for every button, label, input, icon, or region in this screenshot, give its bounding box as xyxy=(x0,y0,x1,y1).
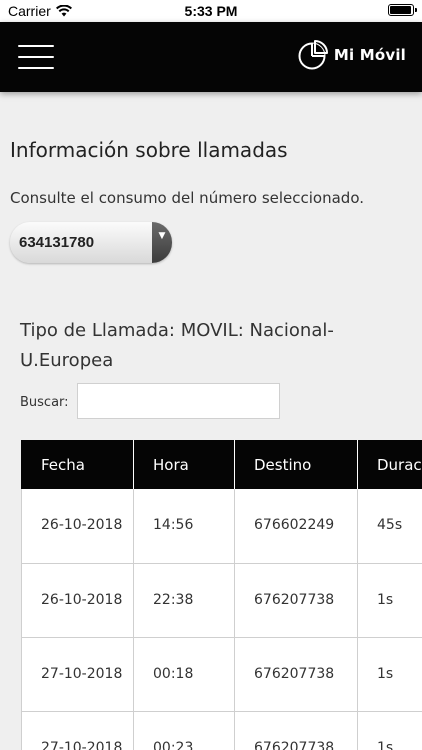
brand[interactable]: Mi Móvil xyxy=(298,39,406,71)
calls-table-container[interactable]: Fecha Hora Destino Duración 26-10-2018 1… xyxy=(21,440,422,750)
column-header-duracion[interactable]: Duración xyxy=(357,440,422,489)
column-header-destino[interactable]: Destino xyxy=(234,440,358,489)
dropdown-arrow-icon: ▼ xyxy=(152,222,172,263)
call-type-heading: Tipo de Llamada: MOVIL: Nacional-U.Europ… xyxy=(20,320,334,371)
table-header-row: Fecha Hora Destino Duración xyxy=(21,440,422,489)
cell-destino: 676602249 xyxy=(234,489,358,564)
cell-destino: 676207738 xyxy=(234,563,358,638)
app-header: Mi Móvil xyxy=(0,22,422,92)
page-title: Información sobre llamadas xyxy=(10,138,288,162)
battery-level xyxy=(390,6,411,14)
brand-name: Mi Móvil xyxy=(333,46,406,64)
column-header-fecha[interactable]: Fecha xyxy=(21,440,134,489)
battery-icon xyxy=(388,4,417,16)
selected-number: 634131780 xyxy=(10,222,152,263)
hamburger-menu-icon[interactable] xyxy=(18,45,54,69)
cell-fecha: 27-10-2018 xyxy=(21,637,134,712)
search-input[interactable] xyxy=(77,383,280,419)
cell-fecha: 26-10-2018 xyxy=(21,489,134,564)
calls-table: Fecha Hora Destino Duración 26-10-2018 1… xyxy=(21,440,422,750)
pie-chart-icon xyxy=(298,40,328,70)
cell-fecha: 27-10-2018 xyxy=(21,711,134,750)
status-time: 5:33 PM xyxy=(184,3,238,19)
phone-number-select[interactable]: 634131780 ▼ xyxy=(10,222,172,263)
table-row: 26-10-2018 22:38 676207738 1s xyxy=(21,563,422,638)
cell-hora: 22:38 xyxy=(133,563,235,638)
column-header-hora[interactable]: Hora xyxy=(133,440,235,489)
cell-duracion: 1s xyxy=(357,711,422,750)
table-row: 26-10-2018 14:56 676602249 45s xyxy=(21,489,422,564)
cell-destino: 676207738 xyxy=(234,637,358,712)
cell-fecha: 26-10-2018 xyxy=(21,563,134,638)
cell-hora: 14:56 xyxy=(133,489,235,564)
cell-destino: 676207738 xyxy=(234,711,358,750)
cell-duracion: 45s xyxy=(357,489,422,564)
cell-hora: 00:18 xyxy=(133,637,235,712)
table-row: 27-10-2018 00:23 676207738 1s xyxy=(21,711,422,750)
cell-duracion: 1s xyxy=(357,563,422,638)
table-row: 27-10-2018 00:18 676207738 1s xyxy=(21,637,422,712)
cell-hora: 00:23 xyxy=(133,711,235,750)
search-label: Buscar: xyxy=(20,395,69,410)
cell-duracion: 1s xyxy=(357,637,422,712)
status-bar: Carrier 5:33 PM xyxy=(0,0,422,22)
page-subtitle: Consulte el consumo del número seleccion… xyxy=(10,189,365,207)
